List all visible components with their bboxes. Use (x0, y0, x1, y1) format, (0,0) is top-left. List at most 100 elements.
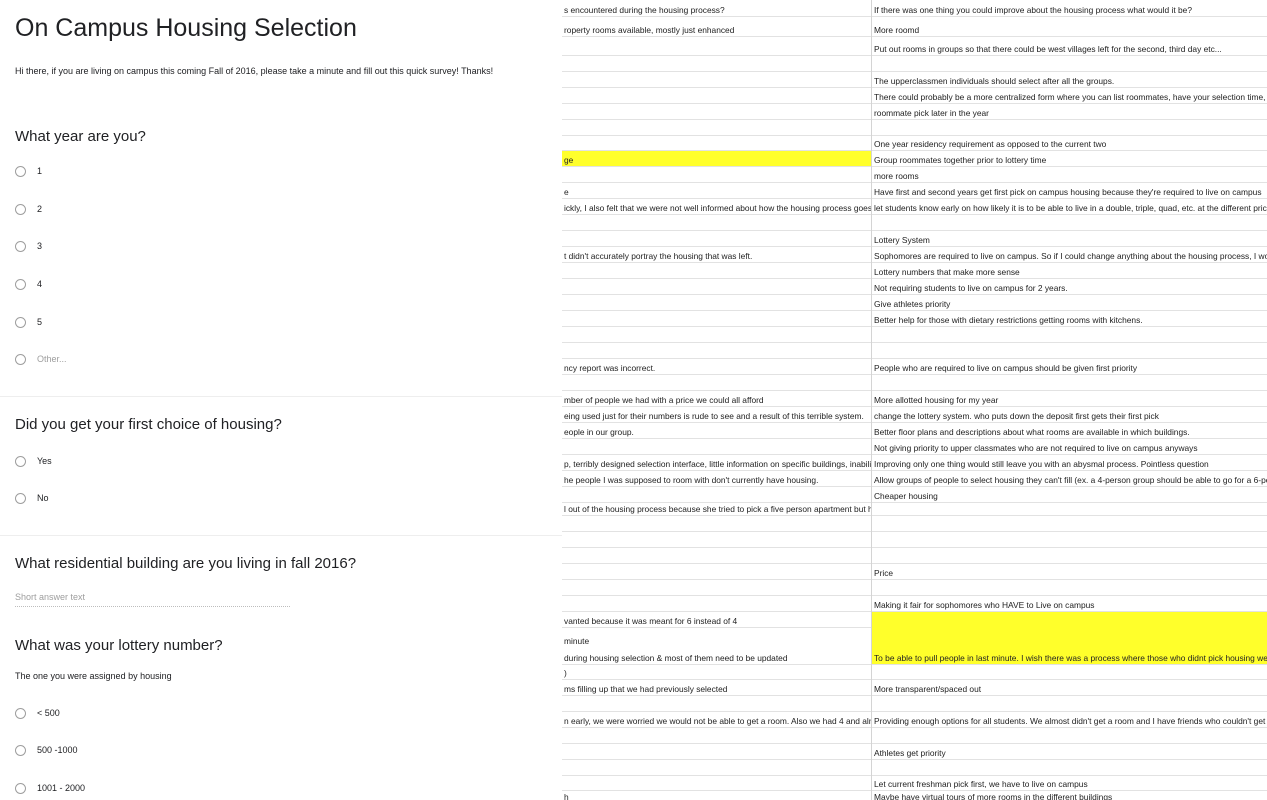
sheet-cell[interactable]: Athletes get priority (872, 744, 1267, 760)
sheet-cell[interactable]: ms filling up that we had previously sel… (562, 680, 871, 696)
spreadsheet[interactable]: s encountered during the housing process… (562, 0, 1267, 800)
sheet-cell[interactable]: eing used just for their numbers is rude… (562, 407, 871, 423)
sheet-cell[interactable]: e (562, 183, 871, 199)
sheet-cell[interactable] (562, 279, 871, 295)
sheet-cell[interactable]: n early, we were worried we would not be… (562, 712, 871, 728)
sheet-cell[interactable] (562, 487, 871, 503)
sheet-cell[interactable]: Cheaper housing (872, 487, 1267, 503)
sheet-cell[interactable]: l out of the housing process because she… (562, 503, 871, 516)
sheet-cell[interactable]: Lottery numbers that make more sense (872, 263, 1267, 279)
sheet-cell[interactable] (872, 760, 1267, 776)
sheet-cell[interactable] (872, 375, 1267, 391)
sheet-cell[interactable] (562, 439, 871, 455)
sheet-cell[interactable] (562, 40, 871, 56)
sheet-cell[interactable]: change the lottery system. who puts down… (872, 407, 1267, 423)
radio-button[interactable] (15, 165, 26, 177)
radio-button[interactable] (15, 744, 26, 756)
sheet-cell[interactable]: People who are required to live on campu… (872, 359, 1267, 375)
sheet-cell[interactable]: Lottery System (872, 231, 1267, 247)
sheet-cell[interactable] (562, 215, 871, 231)
sheet-cell[interactable] (562, 564, 871, 580)
radio-button[interactable] (15, 278, 26, 290)
sheet-cell[interactable]: ickly, I also felt that we were not well… (562, 199, 871, 215)
sheet-cell[interactable]: Better floor plans and descriptions abou… (872, 423, 1267, 439)
radio-button[interactable] (15, 455, 26, 467)
option-lottery-1001-2000[interactable]: 1001 - 2000 (15, 781, 85, 795)
sheet-cell[interactable] (562, 104, 871, 120)
option-yes[interactable]: Yes (15, 454, 52, 468)
option-year-5[interactable]: 5 (15, 315, 42, 329)
sheet-cell[interactable]: Put out rooms in groups so that there co… (872, 40, 1267, 56)
option-year-other[interactable]: Other... (15, 352, 67, 366)
sheet-cell[interactable] (872, 120, 1267, 136)
sheet-cell[interactable]: Give athletes priority (872, 295, 1267, 311)
sheet-cell[interactable] (872, 343, 1267, 359)
sheet-cell[interactable] (562, 728, 871, 744)
sheet-cell[interactable] (562, 760, 871, 776)
sheet-cell[interactable] (872, 327, 1267, 343)
sheet-cell[interactable] (872, 215, 1267, 231)
sheet-cell[interactable]: t didn't accurately portray the housing … (562, 247, 871, 263)
sheet-cell[interactable]: ncy report was incorrect. (562, 359, 871, 375)
sheet-cell[interactable]: The upperclassmen individuals should sel… (872, 72, 1267, 88)
sheet-cell[interactable]: Not requiring students to live on campus… (872, 279, 1267, 295)
sheet-cell[interactable] (562, 744, 871, 760)
sheet-cell[interactable]: eople in our group. (562, 423, 871, 439)
sheet-cell[interactable] (562, 580, 871, 596)
sheet-cell[interactable]: More transparent/spaced out (872, 680, 1267, 696)
sheet-cell[interactable] (562, 56, 871, 72)
radio-button[interactable] (15, 316, 26, 328)
sheet-cell[interactable]: Have first and second years get first pi… (872, 183, 1267, 199)
sheet-cell[interactable]: There could probably be a more centraliz… (872, 88, 1267, 104)
sheet-cell[interactable] (562, 136, 871, 151)
sheet-cell[interactable] (872, 696, 1267, 712)
sheet-cell[interactable]: Better help for those with dietary restr… (872, 311, 1267, 327)
sheet-cell[interactable] (562, 295, 871, 311)
sheet-cell[interactable]: more rooms (872, 167, 1267, 183)
sheet-cell[interactable]: Sophomores are required to live on campu… (872, 247, 1267, 263)
sheet-cell[interactable] (872, 580, 1267, 596)
sheet-cell[interactable]: roommate pick later in the year (872, 104, 1267, 120)
sheet-cell[interactable] (562, 516, 871, 532)
building-answer-input[interactable]: Short answer text (15, 591, 290, 607)
sheet-cell[interactable] (562, 231, 871, 247)
radio-button[interactable] (15, 353, 26, 365)
sheet-cell[interactable] (562, 548, 871, 564)
sheet-cell[interactable]: Allow groups of people to select housing… (872, 471, 1267, 487)
sheet-cell[interactable]: p, terribly designed selection interface… (562, 455, 871, 471)
option-year-3[interactable]: 3 (15, 239, 42, 253)
sheet-cell[interactable]: minute during housing selection & most o… (562, 628, 871, 665)
sheet-cell[interactable] (562, 327, 871, 343)
sheet-cell[interactable] (562, 72, 871, 88)
sheet-cell[interactable]: One year residency requirement as oppose… (872, 136, 1267, 151)
option-year-1[interactable]: 1 (15, 164, 42, 178)
sheet-cell[interactable]: Maybe have virtual tours of more rooms i… (872, 791, 1267, 800)
sheet-cell[interactable] (562, 263, 871, 279)
sheet-cell[interactable]: More allotted housing for my year (872, 391, 1267, 407)
sheet-cell[interactable]: Price (872, 564, 1267, 580)
sheet-cell[interactable]: roperty rooms available, mostly just enh… (562, 25, 871, 37)
option-no[interactable]: No (15, 491, 49, 505)
sheet-cell[interactable]: Making it fair for sophomores who HAVE t… (872, 596, 1267, 612)
sheet-cell[interactable]: vanted because it was meant for 6 instea… (562, 612, 871, 628)
sheet-cell[interactable]: mber of people we had with a price we co… (562, 391, 871, 407)
option-year-4[interactable]: 4 (15, 277, 42, 291)
sheet-cell[interactable] (872, 665, 1267, 680)
sheet-cell[interactable]: Group roommates together prior to lotter… (872, 151, 1267, 167)
radio-button[interactable] (15, 782, 26, 794)
option-year-2[interactable]: 2 (15, 202, 42, 216)
sheet-cell[interactable]: h (562, 791, 871, 800)
sheet-cell-highlighted[interactable]: ge (562, 151, 871, 167)
sheet-cell[interactable] (872, 503, 1267, 516)
sheet-cell[interactable] (562, 88, 871, 104)
option-lottery-500-1000[interactable]: 500 -1000 (15, 743, 78, 757)
sheet-cell[interactable] (562, 167, 871, 183)
sheet-cell[interactable] (872, 728, 1267, 744)
sheet-cell[interactable] (562, 343, 871, 359)
sheet-cell[interactable]: Not giving priority to upper classmates … (872, 439, 1267, 455)
sheet-cell[interactable]: let students know early on how likely it… (872, 199, 1267, 215)
sheet-cell[interactable]: If there was one thing you could improve… (872, 5, 1267, 17)
sheet-cell[interactable]: Let current freshman pick first, we have… (872, 776, 1267, 791)
radio-button[interactable] (15, 240, 26, 252)
sheet-cell[interactable]: More roomd (872, 25, 1267, 37)
